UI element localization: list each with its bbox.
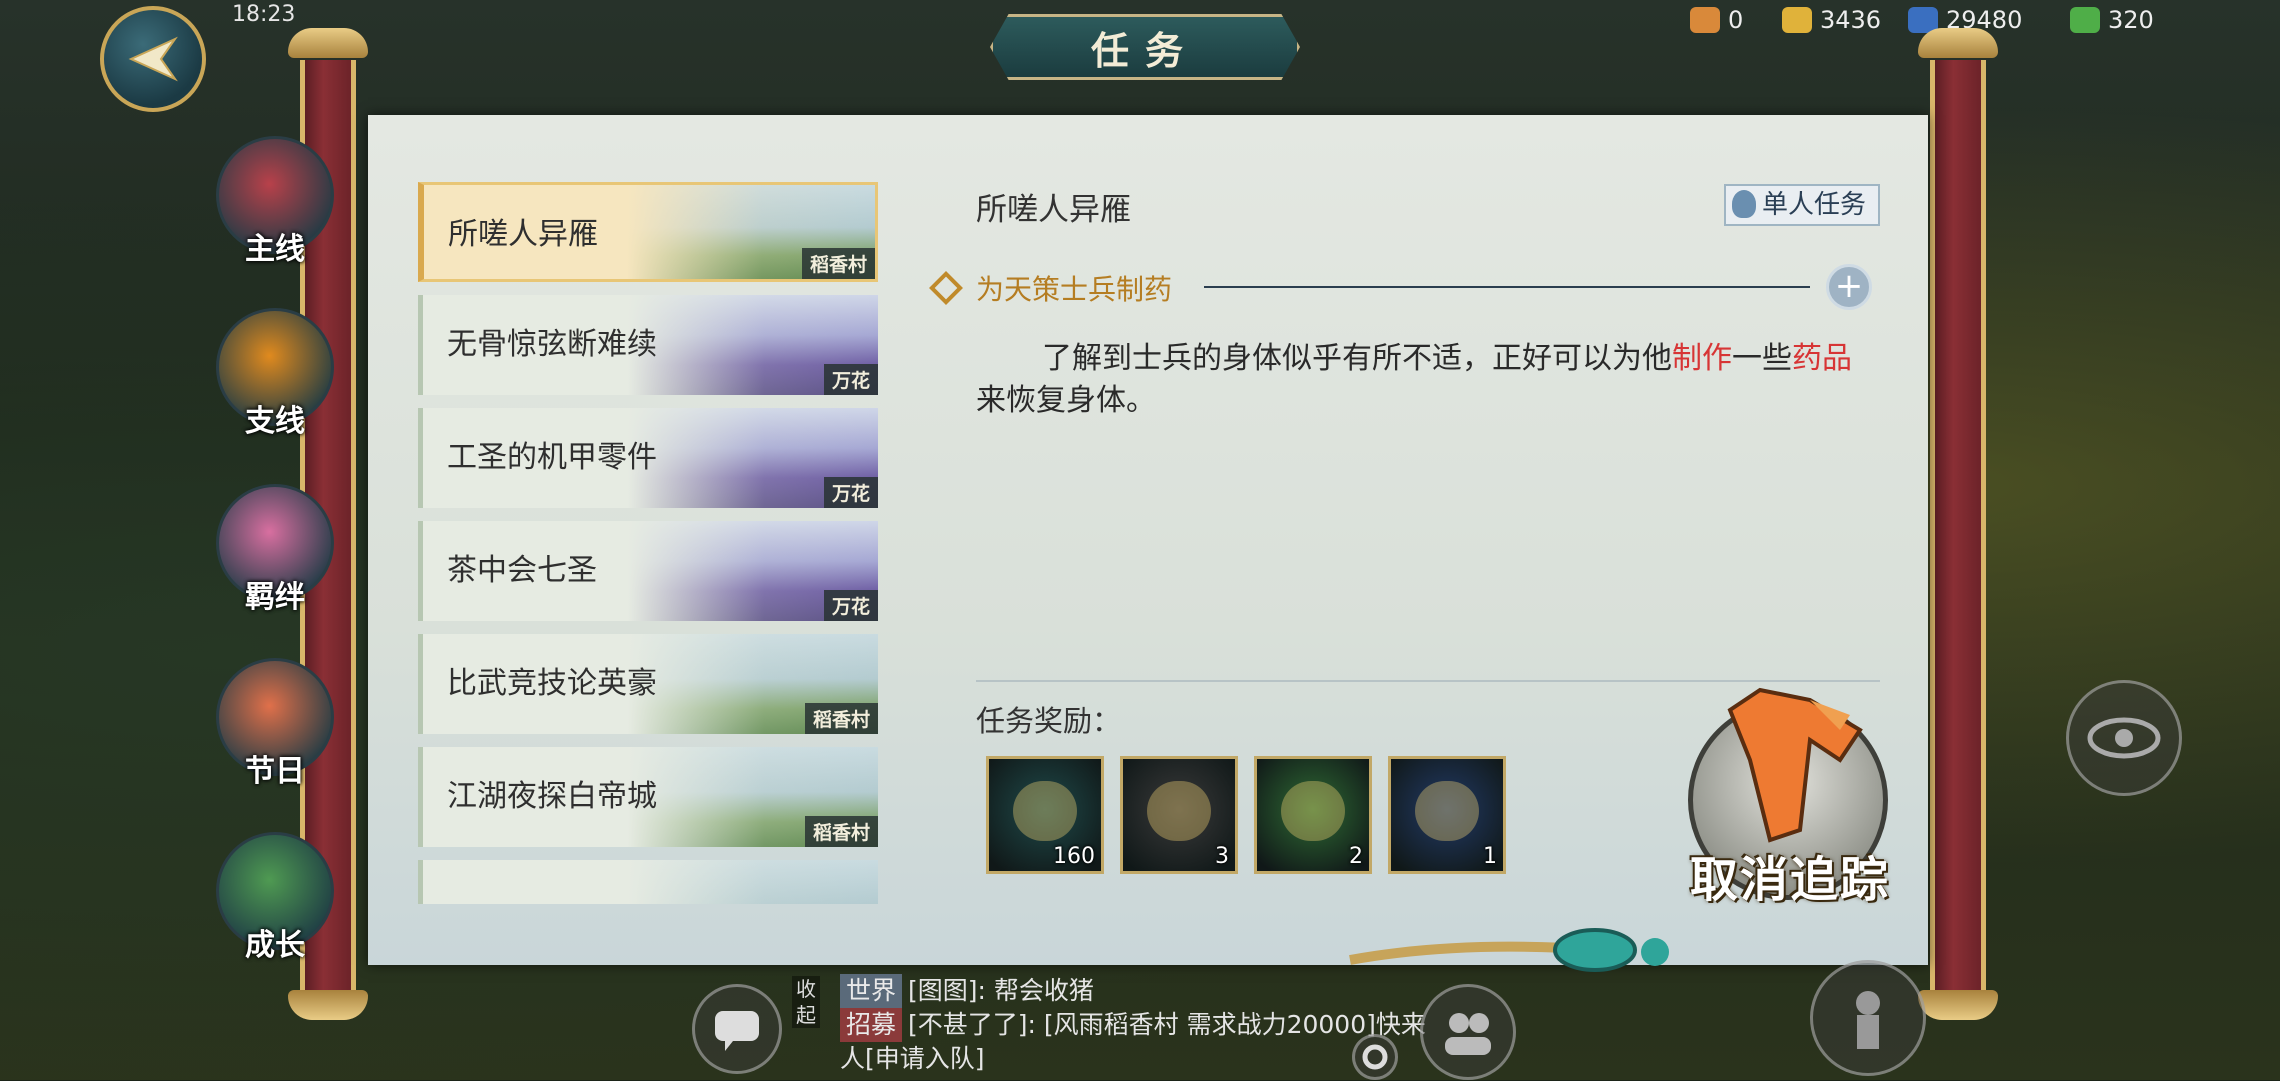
eye-icon [2087,717,2161,759]
reward-item[interactable]: 3 [1120,756,1238,874]
quest-list-item[interactable]: 无骨惊弦断难续万花 [418,295,878,395]
reward-count: 1 [1483,844,1497,869]
right-rod-bottom-cap [1918,990,1998,1020]
reward-count: 2 [1349,844,1363,869]
quest-list[interactable]: 所嗟人异雁 稻香村 无骨惊弦断难续 万花 工圣的机甲零件 万花 茶中会七圣 万花 比武竞技论英豪… [418,182,880,904]
tab-category-3[interactable]: 节日 [210,658,340,790]
bok-choy-icon [1281,781,1345,841]
tab-category-0[interactable]: 主线 [210,136,340,268]
warrior-icon [1856,991,1880,1049]
red-berries-icon [1147,781,1211,841]
clock: 18:23 [232,2,296,27]
subtask-title: 为天策士兵制药 [976,273,1173,306]
reward-count: 160 [1053,844,1095,869]
gold-ingot-icon [1782,7,1812,33]
tab-category-1[interactable]: 支线 [210,308,340,440]
quest-list-item[interactable]: 茶中会七圣万花 [418,521,878,621]
quest-location-tag: 万花 [823,477,878,508]
tab-label: 成长 [245,928,305,963]
resource-value: 3436 [1820,6,1882,34]
tab-label: 节日 [245,754,305,789]
incense-burner-icon [1415,781,1479,841]
window-title: 任务 [990,14,1300,80]
desc-text-2: 一些 [1732,341,1792,376]
gear-icon [1362,1044,1388,1070]
chat-collapse-button[interactable]: 收起 [792,976,820,1028]
quest-name: 工圣的机甲零件 [447,440,657,475]
chat-text: [不甚了了]: [风雨稻香村 需求战力20000]快来人[申请入队] [840,1010,1426,1073]
quest-location-tag: 万花 [823,590,878,621]
resource-item[interactable]: 0 [1690,6,1743,34]
reward-item[interactable]: 1 [1388,756,1506,874]
single-player-icon [1732,190,1756,218]
quest-type-label: 单人任务 [1762,190,1867,220]
left-rod-top-cap [288,28,368,58]
tab-category-2[interactable]: 羁绊 [210,484,340,616]
right-rod-top-cap [1918,28,1998,58]
gold-ingots-icon [1013,781,1077,841]
quest-location-tag: 稻香村 [801,248,875,279]
resource-item[interactable]: 320 [2070,6,2154,34]
reward-item[interactable]: 2 [1254,756,1372,874]
left-rod-bottom-cap [288,990,368,1020]
quest-location-tag: 稻香村 [804,816,878,847]
chat-channel-tag: 招募 [840,1008,903,1042]
back-button[interactable] [100,6,206,112]
cancel-tracking-button[interactable]: 取消追踪 [1680,670,1900,910]
quest-name: 茶中会七圣 [447,553,597,588]
resource-item[interactable]: 3436 [1782,6,1881,34]
chat-feed[interactable]: 世界 [图图]: 帮会收猪 招募 [不甚了了]: [风雨稻香村 需求战力20000]快… [840,974,1440,1076]
quest-list-item[interactable]: 所嗟人异雁稻香村 [418,182,878,282]
reward-label: 任务奖励： [976,704,1122,738]
quest-item-fade [423,860,878,904]
chat-bubble-button[interactable] [692,984,782,1074]
quest-description: 了解到士兵的身体似乎有所不适，正好可以为他制作一些药品来恢复身体。 [976,338,1880,422]
chat-channel-tag: 世界 [840,974,903,1008]
team-icon [1445,1013,1491,1055]
quest-name: 比武竞技论英豪 [447,666,657,701]
tab-label: 羁绊 [245,580,305,615]
settings-button[interactable] [1352,1034,1398,1080]
quest-type-badge: 单人任务 [1724,184,1881,226]
resource-value: 320 [2108,6,2154,34]
resource-value: 0 [1728,6,1744,34]
quest-name: 江湖夜探白帝城 [447,779,657,814]
clover-icon [2070,7,2100,33]
right-scroll-rod [1930,60,1986,990]
desc-text-3: 来恢复身体。 [976,383,1156,418]
attack-skill-button[interactable] [1810,960,1926,1076]
cancel-tracking-label: 取消追踪 [1689,852,1890,908]
reward-list: 160 3 2 1 [986,756,1506,874]
tab-label: 主线 [245,232,305,267]
chat-text: [图图]: 帮会收猪 [908,976,1094,1005]
tab-category-4[interactable]: 成长 [210,832,340,964]
back-arrow-icon [128,36,178,82]
subtask-divider [1204,286,1810,288]
expand-plus-button[interactable]: + [1826,264,1872,310]
chat-bubble-icon [715,1011,759,1051]
diamond-marker-icon [929,271,963,305]
tab-label: 支线 [245,404,305,439]
eye-skill-button[interactable] [2066,680,2182,796]
lucky-bag-icon [1690,7,1720,33]
subtask-header: 为天策士兵制药 [929,268,1173,308]
quest-name: 无骨惊弦断难续 [447,327,657,362]
quest-name: 所嗟人异雁 [448,217,598,252]
quest-detail-title: 所嗟人异雁 [976,192,1131,228]
desc-highlight-medicine: 药品 [1792,341,1852,376]
quest-list-item[interactable]: 比武竞技论英豪稻香村 [418,634,878,734]
desc-text-1: 了解到士兵的身体似乎有所不适，正好可以为他 [1042,341,1672,376]
quest-list-item[interactable]: 工圣的机甲零件万花 [418,408,878,508]
team-button[interactable] [1420,984,1516,1080]
quest-location-tag: 万花 [823,364,878,395]
reward-count: 3 [1215,844,1229,869]
quest-location-tag: 稻香村 [804,703,878,734]
chat-message[interactable]: 世界 [图图]: 帮会收猪 [840,974,1440,1008]
chat-message[interactable]: 招募 [不甚了了]: [风雨稻香村 需求战力20000]快来人[申请入队] [840,1008,1440,1076]
quest-list-item[interactable] [418,860,878,904]
quest-list-item[interactable]: 江湖夜探白帝城稻香村 [418,747,878,847]
desc-highlight-make: 制作 [1672,341,1732,376]
reward-item[interactable]: 160 [986,756,1104,874]
